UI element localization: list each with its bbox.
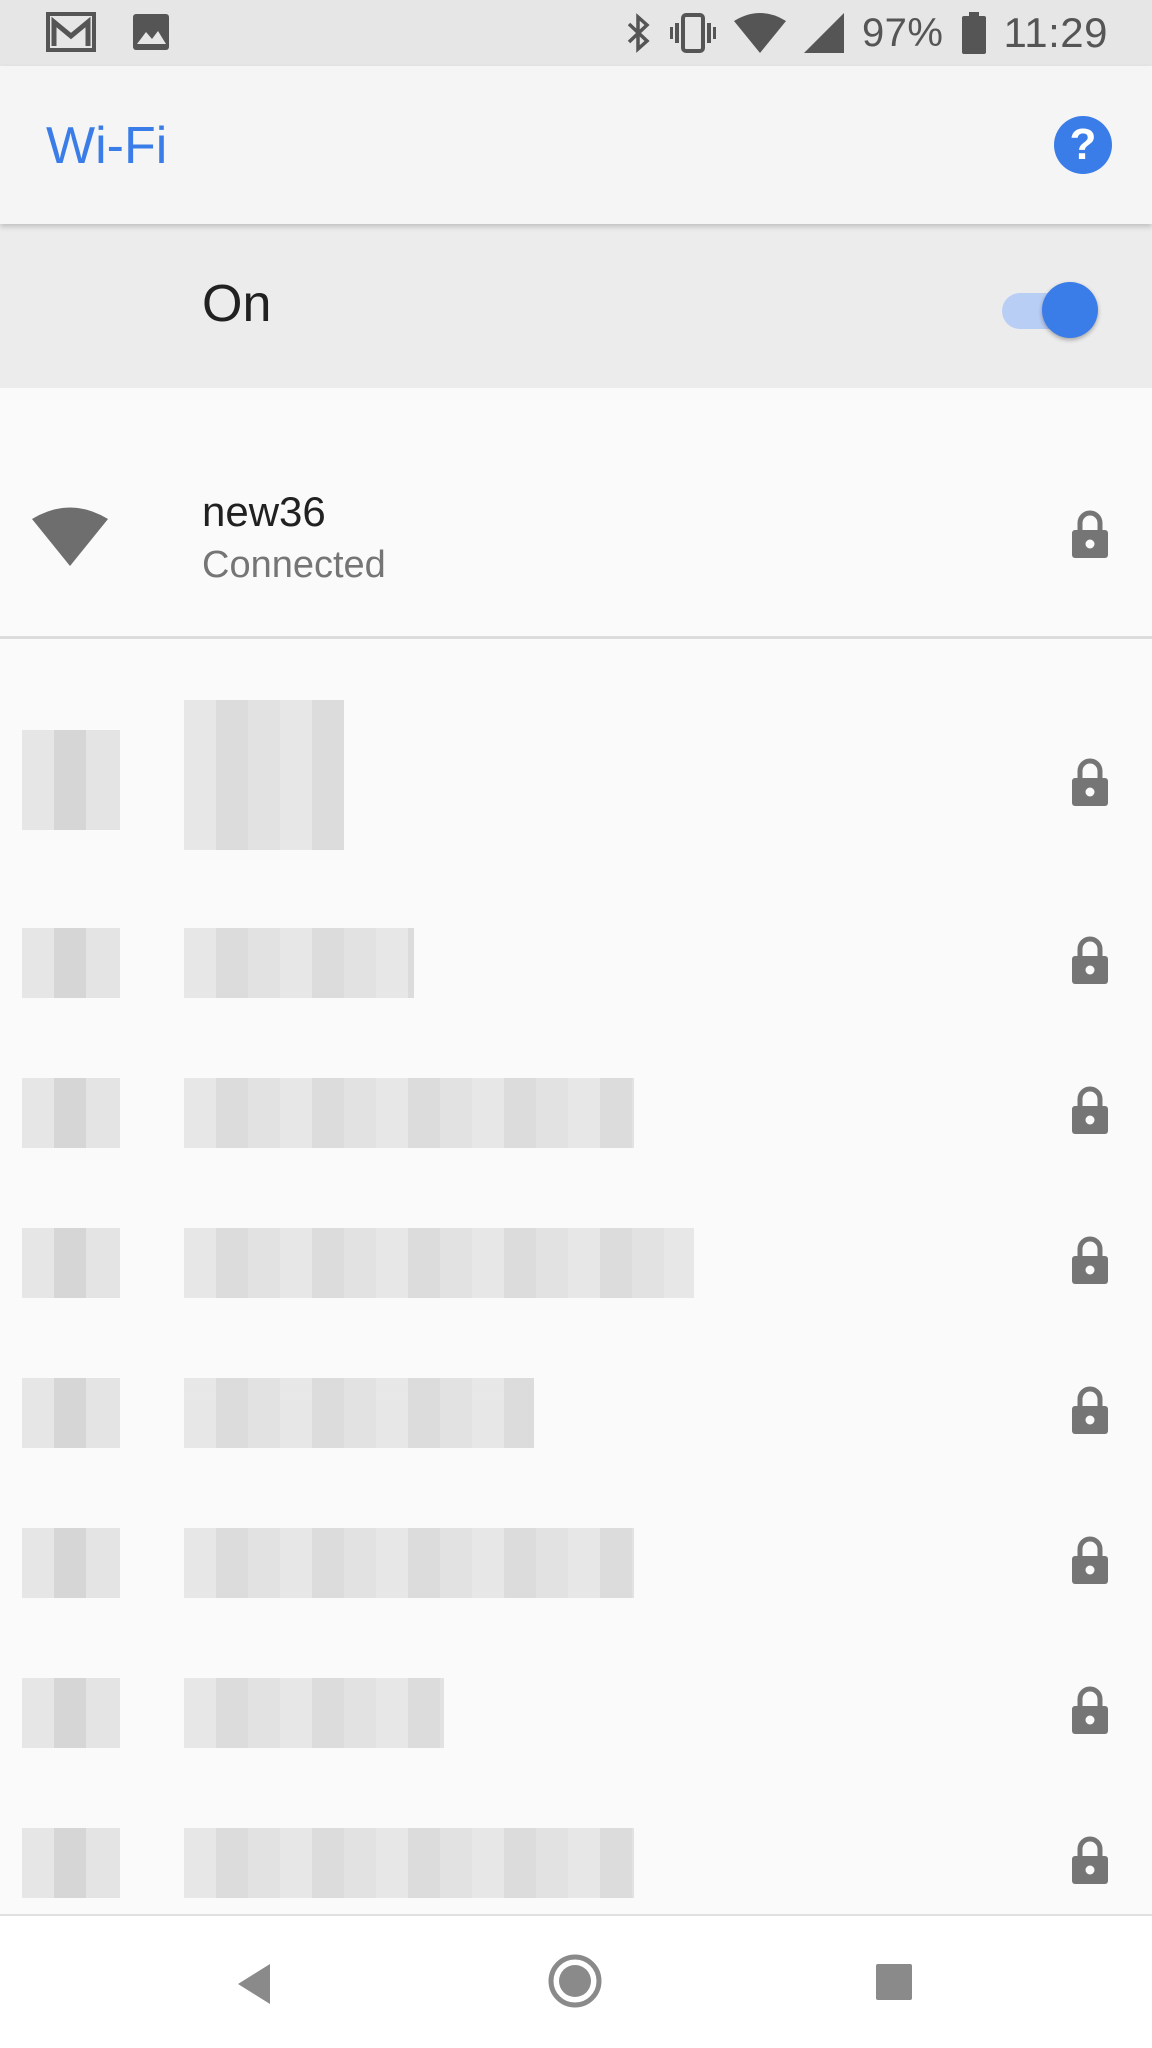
network-row[interactable] (0, 1650, 1152, 1780)
divider (0, 636, 1152, 639)
clock: 11:29 (1003, 9, 1108, 56)
wifi-switch[interactable] (1002, 280, 1098, 338)
lock-icon (1072, 1836, 1108, 1884)
network-name-obscured (184, 700, 344, 850)
network-row[interactable] (0, 1050, 1152, 1180)
lock-icon (1072, 1686, 1108, 1734)
network-signal-icon-obscured (22, 1828, 120, 1898)
wifi-signal-icon (32, 507, 108, 566)
navigation-bar (0, 1914, 1152, 2048)
bluetooth-icon (627, 13, 650, 53)
network-row[interactable] (0, 1800, 1152, 1910)
network-signal-icon-obscured (22, 1228, 120, 1298)
network-row[interactable] (0, 690, 1152, 870)
network-signal-icon-obscured (22, 1678, 120, 1748)
notification-icons (46, 12, 170, 52)
vibrate-icon (669, 13, 716, 53)
network-row-connected[interactable]: new36 Connected (0, 440, 1152, 636)
network-name-obscured (184, 1828, 634, 1898)
battery-percent: 97% (861, 10, 944, 55)
network-signal-icon-obscured (22, 1528, 120, 1598)
network-signal-icon-obscured (22, 1078, 120, 1148)
battery-icon (961, 12, 986, 54)
lock-icon (1072, 1386, 1108, 1434)
signal-icon (803, 13, 844, 53)
network-name-obscured (184, 1078, 634, 1148)
network-status: Connected (202, 544, 386, 586)
lock-icon (1072, 1536, 1108, 1584)
network-row[interactable] (0, 1350, 1152, 1480)
page-title: Wi-Fi (46, 117, 168, 175)
recents-icon[interactable] (876, 1964, 912, 2000)
back-icon[interactable] (234, 1962, 274, 2006)
network-row[interactable] (0, 900, 1152, 1030)
network-name: new36 (202, 488, 326, 535)
lock-icon (1072, 510, 1108, 558)
network-row[interactable] (0, 1200, 1152, 1330)
lock-icon (1072, 1236, 1108, 1284)
help-icon[interactable]: ? (1054, 116, 1112, 174)
network-name-obscured (184, 1228, 694, 1298)
network-name-obscured (184, 928, 414, 998)
gmail-icon (46, 12, 96, 52)
lock-icon (1072, 1086, 1108, 1134)
network-name-obscured (184, 1528, 634, 1598)
lock-icon (1072, 758, 1108, 806)
network-name-obscured (184, 1678, 444, 1748)
network-name-obscured (184, 1378, 534, 1448)
toggle-label: On (202, 275, 272, 333)
wifi-icon (733, 13, 786, 53)
network-signal-icon-obscured (22, 1378, 120, 1448)
home-icon[interactable] (548, 1954, 602, 2008)
lock-icon (1072, 936, 1108, 984)
wifi-master-toggle-row[interactable]: On (0, 224, 1152, 388)
image-icon (133, 14, 169, 50)
network-signal-icon-obscured (22, 730, 120, 830)
status-bar: 97% 11:29 (0, 0, 1152, 66)
switch-thumb (1042, 282, 1098, 338)
network-signal-icon-obscured (22, 928, 120, 998)
system-icons: 97% 11:29 (626, 8, 1108, 58)
network-row[interactable] (0, 1500, 1152, 1630)
app-bar: Wi-Fi ? (0, 66, 1152, 224)
